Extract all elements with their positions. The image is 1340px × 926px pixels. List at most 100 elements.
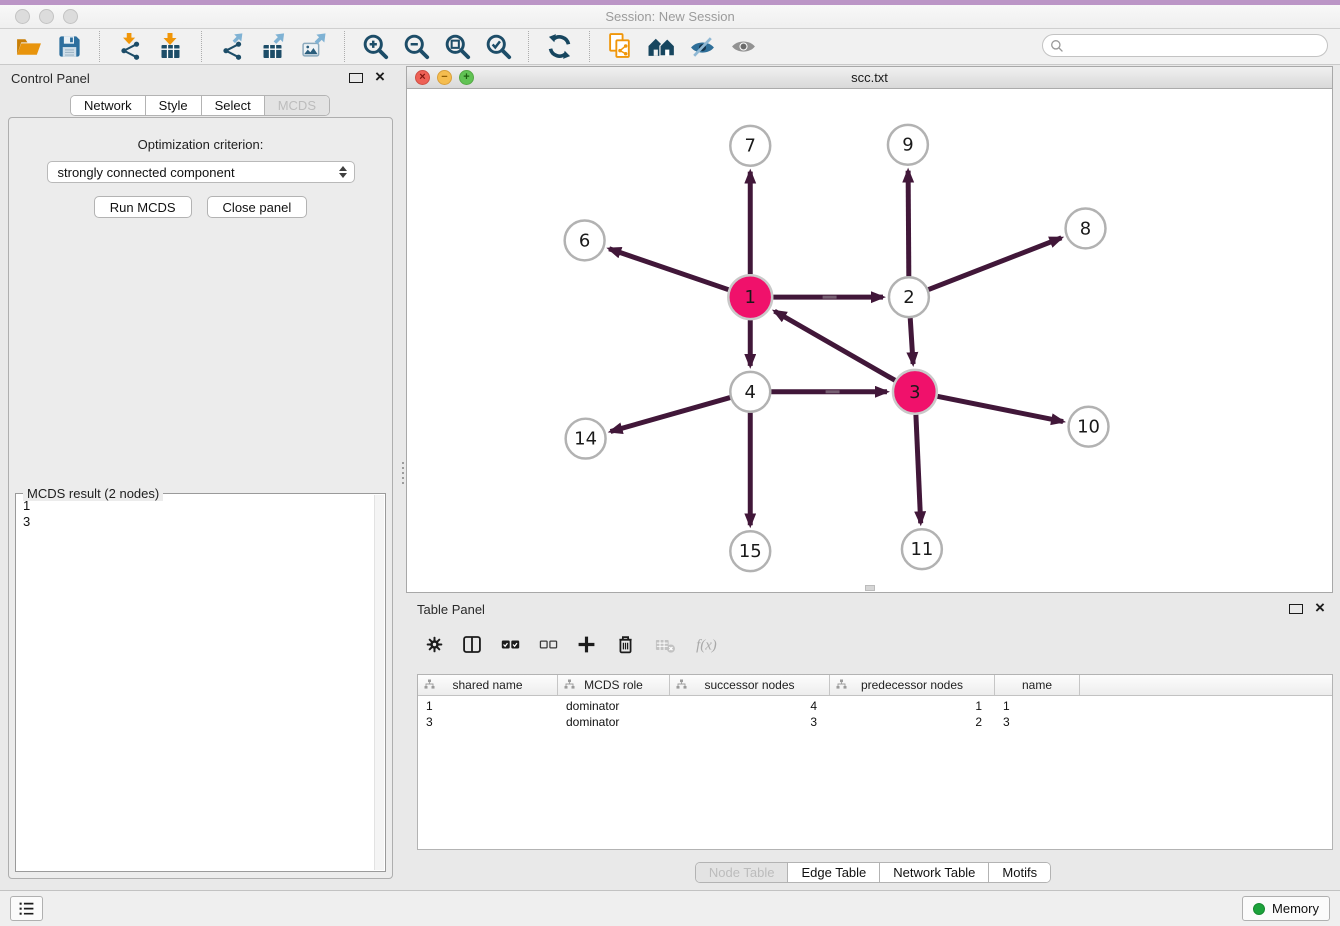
close-view-icon[interactable] [415, 70, 430, 85]
tab-style[interactable]: Style [146, 96, 202, 115]
float-panel-icon[interactable] [349, 73, 363, 83]
edge-3-to-1[interactable] [775, 311, 896, 380]
node-6[interactable]: 6 [565, 220, 605, 260]
table-cell[interactable]: dominator [558, 715, 670, 729]
column-type-icon [836, 679, 847, 693]
node-8[interactable]: 8 [1066, 209, 1106, 249]
float-table-panel-icon[interactable] [1289, 604, 1303, 614]
show-columns-button[interactable] [462, 634, 482, 655]
node-label: 15 [739, 541, 762, 562]
node-2[interactable]: 2 [889, 277, 929, 317]
criterion-select[interactable]: strongly connected component [47, 161, 355, 183]
horizontal-splitter-grip[interactable] [865, 585, 875, 591]
tab-mcds[interactable]: MCDS [265, 96, 329, 115]
zoom-fit-button[interactable] [439, 31, 476, 62]
table-cell[interactable]: 4 [670, 699, 830, 713]
node-4[interactable]: 4 [730, 372, 770, 412]
node-label: 8 [1080, 218, 1091, 239]
zoom-out-button[interactable] [398, 31, 435, 62]
delete-table-button [655, 634, 675, 655]
tab-network-table[interactable]: Network Table [880, 863, 989, 882]
table-cell[interactable]: 1 [830, 699, 995, 713]
zoom-in-icon [362, 33, 389, 60]
mcds-result-group: MCDS result (2 nodes) 1 3 [15, 493, 386, 872]
node-14[interactable]: 14 [566, 419, 606, 459]
node-15[interactable]: 15 [730, 531, 770, 571]
table-cell[interactable]: 3 [995, 715, 1080, 729]
column-header-name[interactable]: name [995, 675, 1080, 695]
table-row[interactable]: 1dominator411 [418, 698, 1332, 714]
tab-motifs[interactable]: Motifs [989, 863, 1050, 882]
edge-2-to-8[interactable] [928, 238, 1061, 290]
toolbar-separator [589, 31, 591, 62]
table-panel: Table Panel f(x) shared name MCDS role suc… [406, 595, 1340, 890]
memory-button[interactable]: Memory [1242, 896, 1330, 921]
column-header-shared-name[interactable]: shared name [418, 675, 558, 695]
node-11[interactable]: 11 [902, 529, 942, 569]
edge-4-to-14[interactable] [611, 398, 731, 432]
export-network-button[interactable] [214, 31, 251, 62]
node-10[interactable]: 10 [1069, 407, 1109, 447]
column-header-predecessor-nodes[interactable]: predecessor nodes [830, 675, 995, 695]
tab-select[interactable]: Select [202, 96, 265, 115]
search-input[interactable] [1069, 38, 1320, 54]
hide-selected-button[interactable] [684, 31, 721, 62]
first-neighbors-icon [648, 33, 675, 60]
open-session-button[interactable] [10, 31, 47, 62]
edge-3-to-11[interactable] [916, 415, 921, 524]
result-scrollbar[interactable] [374, 495, 384, 870]
minimize-view-icon[interactable] [437, 70, 452, 85]
import-table-button[interactable] [153, 31, 190, 62]
column-header-mcds-role[interactable]: MCDS role [558, 675, 670, 695]
column-header-successor-nodes[interactable]: successor nodes [670, 675, 830, 695]
column-header-label: shared name [452, 678, 522, 692]
first-neighbors-button[interactable] [643, 31, 680, 62]
table-row[interactable]: 3dominator323 [418, 714, 1332, 730]
table-panel-title: Table Panel [417, 602, 485, 617]
svg-text:f(x): f(x) [696, 637, 717, 653]
save-session-button[interactable] [51, 31, 88, 62]
table-cell[interactable]: 1 [418, 699, 558, 713]
node-9[interactable]: 9 [888, 125, 928, 165]
zoom-selected-icon [485, 33, 512, 60]
tab-edge-table[interactable]: Edge Table [788, 863, 880, 882]
show-all-button[interactable] [725, 31, 762, 62]
unselect-all-columns-button[interactable] [539, 634, 558, 655]
new-network-from-selection-button[interactable] [602, 31, 639, 62]
apply-layout-icon [546, 33, 573, 60]
export-image-button[interactable] [296, 31, 333, 62]
close-table-panel-icon[interactable] [1315, 602, 1329, 616]
table-cell[interactable]: 2 [830, 715, 995, 729]
edge-3-to-10[interactable] [937, 396, 1063, 421]
column-header-label: successor nodes [704, 678, 794, 692]
column-header-label: name [1022, 678, 1052, 692]
zoom-in-button[interactable] [357, 31, 394, 62]
table-cell[interactable]: 3 [670, 715, 830, 729]
table-cell[interactable]: 1 [995, 699, 1080, 713]
close-panel-button[interactable]: Close panel [207, 196, 308, 218]
close-panel-icon[interactable] [375, 71, 389, 85]
table-cell[interactable]: 3 [418, 715, 558, 729]
network-canvas[interactable]: 1 2 3 4 6 7 8 9 10 11 14 15 [407, 89, 1332, 592]
delete-columns-button[interactable] [615, 634, 636, 655]
edge-2-to-3[interactable] [910, 318, 913, 364]
maximize-view-icon[interactable] [459, 70, 474, 85]
export-table-button[interactable] [255, 31, 292, 62]
run-mcds-button[interactable]: Run MCDS [94, 196, 192, 218]
tab-network[interactable]: Network [71, 96, 146, 115]
select-all-columns-button[interactable] [501, 634, 520, 655]
node-1[interactable]: 1 [728, 275, 772, 319]
create-column-button[interactable] [577, 634, 596, 655]
table-cell[interactable]: dominator [558, 699, 670, 713]
node-3[interactable]: 3 [893, 370, 937, 414]
apply-layout-button[interactable] [541, 31, 578, 62]
import-network-button[interactable] [112, 31, 149, 62]
node-7[interactable]: 7 [730, 126, 770, 166]
table-options-gear-button[interactable] [426, 634, 443, 655]
edge-1-to-6[interactable] [609, 249, 728, 290]
zoom-selected-button[interactable] [480, 31, 517, 62]
task-history-button[interactable] [10, 896, 43, 921]
tab-node-table[interactable]: Node Table [696, 863, 789, 882]
export-table-icon [260, 33, 287, 60]
edge-2-to-9[interactable] [908, 171, 909, 277]
